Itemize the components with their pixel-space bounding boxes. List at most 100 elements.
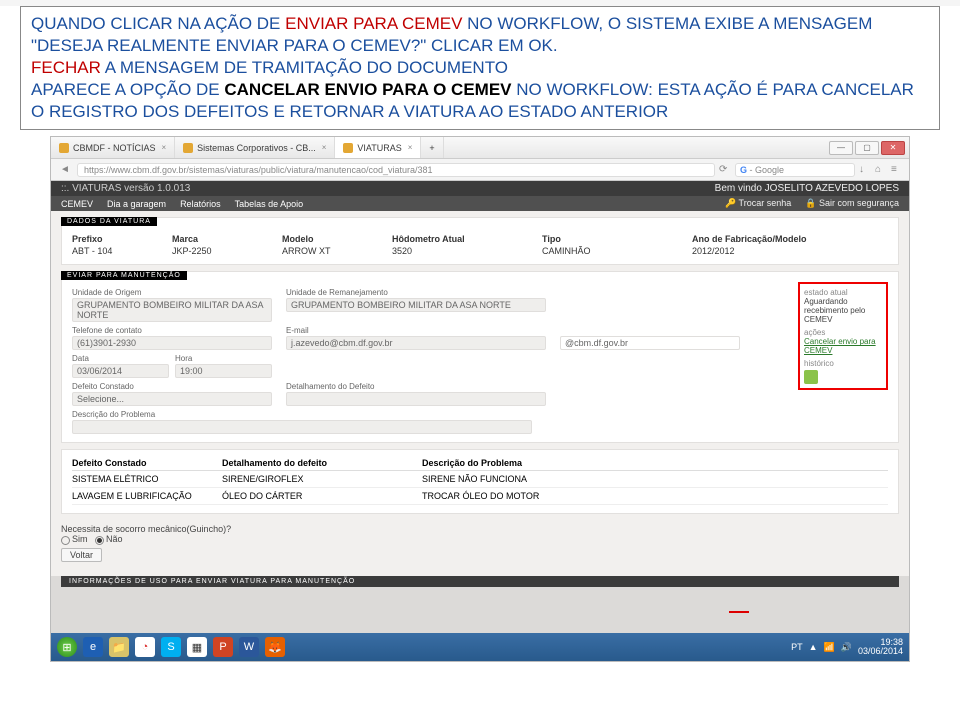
label-email: E-mail bbox=[286, 326, 546, 335]
word-icon[interactable]: W bbox=[239, 637, 259, 657]
input-unid-rem[interactable]: GRUPAMENTO BOMBEIRO MILITAR DA ASA NORTE bbox=[286, 298, 546, 312]
firefox-icon[interactable]: 🦊 bbox=[265, 637, 285, 657]
val-modelo: ARROW XT bbox=[282, 246, 392, 256]
radio-nao[interactable] bbox=[95, 536, 104, 545]
socorro-section: Necessita de socorro mecânico(Guincho)? … bbox=[61, 520, 899, 565]
search-input[interactable]: G - Google bbox=[735, 163, 855, 177]
menu-cemev[interactable]: CEMEV bbox=[61, 199, 93, 209]
instr-text: QUANDO CLICAR NA AÇÃO DE bbox=[31, 14, 285, 33]
ie-icon[interactable]: e bbox=[83, 637, 103, 657]
col-prefixo: Prefixo bbox=[72, 234, 172, 244]
input-descricao[interactable] bbox=[72, 420, 532, 434]
label-unid-origem: Unidade de Origem bbox=[72, 288, 272, 297]
instr-text-4: APARECE A OPÇÃO DE bbox=[31, 80, 224, 99]
tray-lang[interactable]: PT bbox=[791, 642, 803, 652]
url-input[interactable]: https://www.cbm.df.gov.br/sistemas/viatu… bbox=[77, 163, 715, 177]
estado-label: estado atual bbox=[804, 288, 882, 297]
label-descricao: Descrição do Problema bbox=[72, 410, 740, 419]
app-title: ::. VIATURAS versão 1.0.013 bbox=[61, 183, 190, 194]
panel-enviar-manutencao: EVIAR PARA MANUTENÇÃO estado atual Aguar… bbox=[61, 271, 899, 443]
home-icon[interactable]: ⌂ bbox=[875, 164, 887, 176]
powerpoint-icon[interactable]: P bbox=[213, 637, 233, 657]
col-def-detalhe: Detalhamento do defeito bbox=[222, 458, 422, 468]
browser-tabbar: CBMDF - NOTÍCIAS× Sistemas Corporativos … bbox=[51, 137, 909, 159]
email-domain: @cbm.df.gov.br bbox=[560, 336, 740, 350]
downloads-icon[interactable]: ↓ bbox=[859, 164, 871, 176]
val-marca: JKP-2250 bbox=[172, 246, 282, 256]
label-hora: Hora bbox=[175, 354, 272, 363]
favicon bbox=[183, 143, 193, 153]
table-row: LAVAGEM E LUBRIFICAÇÃOÓLEO DO CÁRTERTROC… bbox=[72, 488, 888, 505]
tray-flag-icon[interactable]: ▲ bbox=[809, 642, 818, 652]
label-data: Data bbox=[72, 354, 169, 363]
app-menu: CEMEV Dia a garagem Relatórios Tabelas d… bbox=[51, 196, 909, 211]
val-hodometro: 3520 bbox=[392, 246, 542, 256]
menu-tabelas[interactable]: Tabelas de Apoio bbox=[235, 199, 304, 209]
close-window-button[interactable]: ✕ bbox=[881, 141, 905, 155]
favicon bbox=[59, 143, 69, 153]
favicon bbox=[343, 143, 353, 153]
radio-nao-label: Não bbox=[106, 534, 123, 544]
tray-volume-icon[interactable]: 🔊 bbox=[841, 642, 852, 653]
table-row: SISTEMA ELÉTRICOSIRENE/GIROFLEXSIRENE NÃ… bbox=[72, 471, 888, 488]
val-tipo: CAMINHÃO bbox=[542, 246, 692, 256]
instruction-box: QUANDO CLICAR NA AÇÃO DE ENVIAR PARA CEM… bbox=[20, 6, 940, 130]
radio-sim[interactable] bbox=[61, 536, 70, 545]
browser-window: CBMDF - NOTÍCIAS× Sistemas Corporativos … bbox=[50, 136, 910, 662]
maximize-button[interactable]: ▢ bbox=[855, 141, 879, 155]
address-bar: ◄ https://www.cbm.df.gov.br/sistemas/via… bbox=[51, 159, 909, 181]
browser-tab-active[interactable]: VIATURAS× bbox=[335, 137, 421, 158]
voltar-button[interactable]: Voltar bbox=[61, 548, 102, 562]
panel-label: EVIAR PARA MANUTENÇÃO bbox=[61, 271, 187, 280]
historico-icon[interactable] bbox=[804, 370, 818, 384]
menu-icon[interactable]: ≡ bbox=[891, 164, 903, 176]
input-email[interactable]: j.azevedo@cbm.df.gov.br bbox=[286, 336, 546, 350]
minimize-button[interactable]: — bbox=[829, 141, 853, 155]
new-tab-button[interactable]: + bbox=[421, 137, 443, 158]
explorer-icon[interactable]: 📁 bbox=[109, 637, 129, 657]
annotation-mark bbox=[729, 611, 749, 614]
app-icon[interactable]: ▦ bbox=[187, 637, 207, 657]
instr-fechar: FECHAR bbox=[31, 58, 101, 77]
menu-relatorios[interactable]: Relatórios bbox=[180, 199, 221, 209]
instr-highlight: ENVIAR PARA CEMEV bbox=[285, 14, 462, 33]
select-defeito[interactable]: Selecione... bbox=[72, 392, 272, 406]
reload-icon[interactable]: ⟳ bbox=[719, 164, 731, 176]
col-ano: Ano de Fabricação/Modelo bbox=[692, 234, 852, 244]
input-data[interactable]: 03/06/2014 bbox=[72, 364, 169, 378]
close-tab-icon[interactable]: × bbox=[162, 143, 167, 152]
browser-tab[interactable]: CBMDF - NOTÍCIAS× bbox=[51, 137, 175, 158]
radio-sim-label: Sim bbox=[72, 534, 88, 544]
input-unid-origem[interactable]: GRUPAMENTO BOMBEIRO MILITAR DA ASA NORTE bbox=[72, 298, 272, 322]
chrome-icon[interactable]: ◔ bbox=[135, 637, 155, 657]
historico-label: histórico bbox=[804, 359, 882, 368]
tray-network-icon[interactable]: 📶 bbox=[824, 642, 835, 653]
acoes-label: ações bbox=[804, 328, 882, 337]
link-cancelar-envio[interactable]: Cancelar envio para CEMEV bbox=[804, 337, 882, 355]
input-detalhe[interactable] bbox=[286, 392, 546, 406]
panel-defeitos: Defeito Constado Detalhamento do defeito… bbox=[61, 449, 899, 514]
link-trocar-senha[interactable]: 🔑 Trocar senha bbox=[725, 198, 791, 209]
actions-box: estado atual Aguardando recebimento pelo… bbox=[798, 282, 888, 390]
label-detalhe: Detalhamento do Defeito bbox=[286, 382, 546, 391]
panel-dados-viatura: DADOS DA VIATURA Prefixo Marca Modelo Hô… bbox=[61, 217, 899, 265]
info-bar: INFORMAÇÕES DE USO PARA ENVIAR VIATURA P… bbox=[61, 576, 899, 587]
tray-date[interactable]: 03/06/2014 bbox=[858, 647, 903, 656]
col-modelo: Modelo bbox=[282, 234, 392, 244]
browser-tab[interactable]: Sistemas Corporativos - CB...× bbox=[175, 137, 335, 158]
skype-icon[interactable]: S bbox=[161, 637, 181, 657]
col-marca: Marca bbox=[172, 234, 282, 244]
instr-text-3: A MENSAGEM DE TRAMITAÇÃO DO DOCUMENTO bbox=[101, 58, 508, 77]
input-telefone[interactable]: (61)3901-2930 bbox=[72, 336, 272, 350]
link-sair[interactable]: 🔒 Sair com segurança bbox=[805, 198, 899, 209]
input-hora[interactable]: 19:00 bbox=[175, 364, 272, 378]
close-tab-icon[interactable]: × bbox=[322, 143, 327, 152]
menu-garagem[interactable]: Dia a garagem bbox=[107, 199, 166, 209]
col-def-descricao: Descrição do Problema bbox=[422, 458, 702, 468]
close-tab-icon[interactable]: × bbox=[408, 143, 413, 152]
col-def-constado: Defeito Constado bbox=[72, 458, 222, 468]
estado-value: Aguardando recebimento pelo CEMEV bbox=[804, 297, 882, 324]
instr-cancel: CANCELAR ENVIO PARA O CEMEV bbox=[224, 80, 511, 99]
back-button[interactable]: ◄ bbox=[57, 162, 73, 178]
start-button[interactable]: ⊞ bbox=[57, 637, 77, 657]
